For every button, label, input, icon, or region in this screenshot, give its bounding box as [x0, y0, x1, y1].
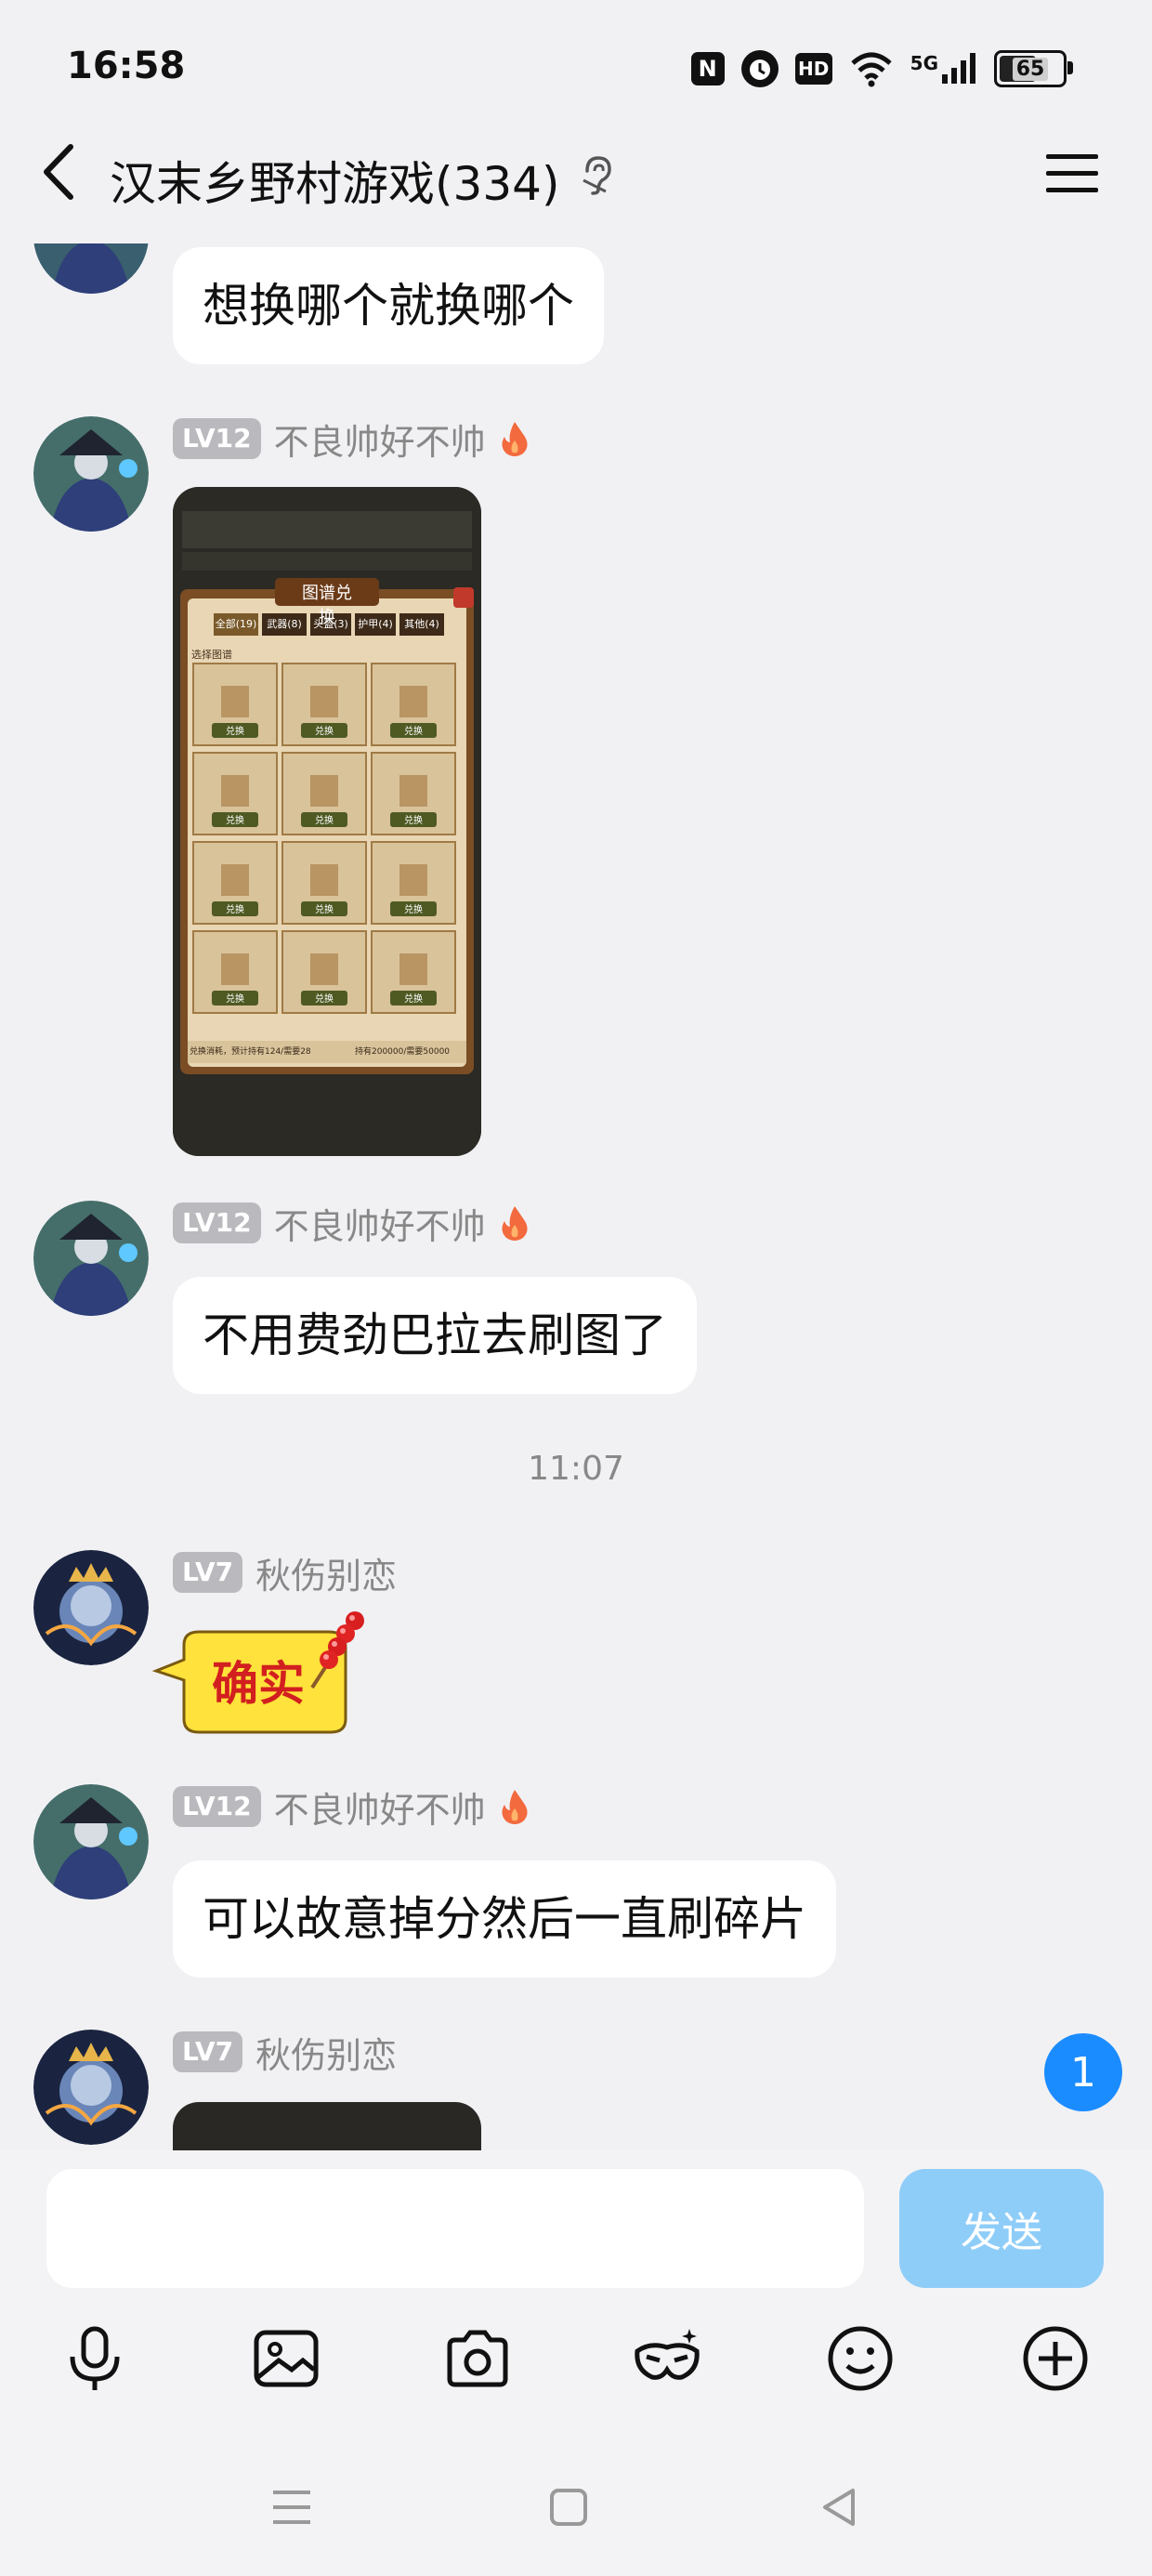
sticker-message[interactable]: 确实 [151, 1611, 375, 1749]
level-badge: LV12 [173, 1203, 261, 1243]
avatar[interactable] [33, 1784, 149, 1899]
home-icon[interactable] [546, 2485, 591, 2530]
level-badge: LV7 [173, 2031, 243, 2072]
mask-icon[interactable] [632, 2323, 702, 2394]
menu-icon [1046, 154, 1098, 192]
flame-icon [502, 1206, 528, 1241]
sender-line: LV12 不良帅好不帅 [173, 416, 530, 463]
battery-level: 65 [1012, 57, 1049, 81]
image-redeem-label: 兑换 [226, 903, 244, 915]
sender-line: LV7 秋伤别恋 [173, 1547, 397, 1598]
sticker-text: 确实 [212, 1657, 305, 1711]
hd-icon: HD [794, 53, 832, 85]
image-footer-left: 兑换消耗，预计持有124/需要28 [190, 1047, 311, 1057]
image-scroll-item [310, 953, 338, 985]
image-tab: 头盔(3) [313, 618, 348, 630]
image-scroll-item [221, 953, 249, 985]
send-button[interactable]: 发送 [899, 2169, 1104, 2288]
image-scroll-item [221, 864, 249, 896]
image-redeem-label: 兑换 [315, 725, 334, 737]
status-icons: N HD 5G 65 [690, 45, 1073, 93]
battery-icon: 65 [994, 50, 1073, 87]
avatar[interactable] [33, 416, 149, 532]
image-section-label: 选择图谱 [191, 649, 232, 661]
image-redeem-label: 兑换 [315, 992, 334, 1005]
image-scroll-item [310, 775, 338, 807]
image-redeem-label: 兑换 [404, 992, 423, 1005]
image-tab: 其他(4) [404, 618, 439, 630]
timestamp: 11:07 [528, 1450, 624, 1488]
avatar[interactable] [33, 2030, 149, 2145]
avatar[interactable] [33, 243, 149, 294]
flame-icon [502, 1790, 528, 1824]
sender-line: LV7 秋伤别恋 [173, 2030, 397, 2076]
level-badge: LV12 [173, 1786, 261, 1827]
sender-line: LV12 不良帅好不帅 [173, 1201, 530, 1247]
image-redeem-label: 兑换 [404, 903, 423, 915]
chat-title: 汉末乡野村游戏(334) [110, 157, 560, 211]
image-redeem-label: 兑换 [226, 992, 244, 1005]
image-redeem-label: 兑换 [404, 814, 423, 826]
status-time: 16:58 [67, 45, 186, 87]
menu-button[interactable] [1044, 151, 1100, 197]
nfc-icon: N [690, 52, 725, 85]
image-scroll-item [221, 686, 249, 717]
microphone-icon[interactable] [59, 2323, 130, 2394]
image-redeem-label: 兑换 [226, 814, 244, 826]
image-redeem-label: 兑换 [315, 814, 334, 826]
back-button[interactable] [33, 139, 89, 204]
sender-name[interactable]: 秋伤别恋 [255, 2027, 397, 2078]
image-scroll-item [399, 686, 427, 717]
5g-signal-icon: 5G [910, 52, 977, 85]
smiley-icon[interactable] [825, 2323, 896, 2394]
level-badge: LV12 [173, 418, 261, 459]
level-badge: LV7 [173, 1552, 243, 1593]
image-message[interactable] [173, 2102, 481, 2150]
network-label: 5G [910, 52, 938, 74]
image-tab: 护甲(4) [358, 618, 393, 630]
image-redeem-label: 兑换 [315, 903, 334, 915]
image-scroll-item [399, 864, 427, 896]
back-triangle-icon[interactable] [818, 2485, 862, 2530]
sender-line: LV12 不良帅好不帅 [173, 1784, 530, 1831]
avatar[interactable] [33, 1201, 149, 1316]
plus-circle-icon[interactable] [1020, 2323, 1091, 2394]
image-redeem-label: 兑换 [404, 725, 423, 737]
image-scroll-item [399, 953, 427, 985]
image-scroll-item [310, 864, 338, 896]
sender-name[interactable]: 不良帅好不帅 [274, 1198, 486, 1249]
alarm-icon [740, 50, 779, 87]
image-redeem-label: 兑换 [226, 725, 244, 737]
recent-apps-icon[interactable] [269, 2485, 314, 2530]
picture-icon[interactable] [251, 2323, 321, 2394]
image-footer-right: 持有200000/需要50000 [355, 1047, 451, 1057]
chevron-left-icon [44, 144, 73, 200]
image-scroll-item [221, 775, 249, 807]
camera-icon[interactable] [442, 2323, 513, 2394]
avatar[interactable] [33, 1550, 149, 1665]
message-bubble[interactable]: 可以故意掉分然后一直刷碎片 [173, 1860, 836, 1978]
input-toolbar [0, 2297, 1152, 2418]
candied-haws-icon [310, 1611, 364, 1689]
sender-name[interactable]: 秋伤别恋 [255, 1547, 397, 1598]
unread-count: 1 [1070, 2048, 1096, 2096]
message-bubble[interactable]: 不用费劲巴拉去刷图了 [173, 1277, 697, 1394]
wifi-icon [849, 50, 894, 87]
message-bubble[interactable]: 想换哪个就换哪个 [173, 247, 604, 364]
image-message[interactable]: 兑换 兑换 兑换 兑换 兑换 兑换 兑换 兑换 兑换 兑换 兑换 兑换 图谱兑换 全部(19) 武器(… [173, 487, 481, 1156]
image-tab: 武器(8) [267, 618, 302, 630]
flame-icon [502, 422, 528, 456]
unread-count-badge[interactable]: 1 [1044, 2033, 1122, 2111]
image-scroll-item [399, 775, 427, 807]
sender-name[interactable]: 不良帅好不帅 [274, 414, 486, 465]
image-tab: 全部(19) [215, 618, 257, 630]
ear-icon[interactable] [578, 152, 615, 197]
sender-name[interactable]: 不良帅好不帅 [274, 1781, 486, 1833]
image-scroll-item [310, 686, 338, 717]
message-list[interactable]: 想换哪个就换哪个 LV12 不良帅好不帅 兑换 兑换 兑换 兑换 兑换 兑换 兑换 兑换 兑换兑… [0, 243, 1152, 2150]
message-input[interactable] [46, 2169, 864, 2288]
